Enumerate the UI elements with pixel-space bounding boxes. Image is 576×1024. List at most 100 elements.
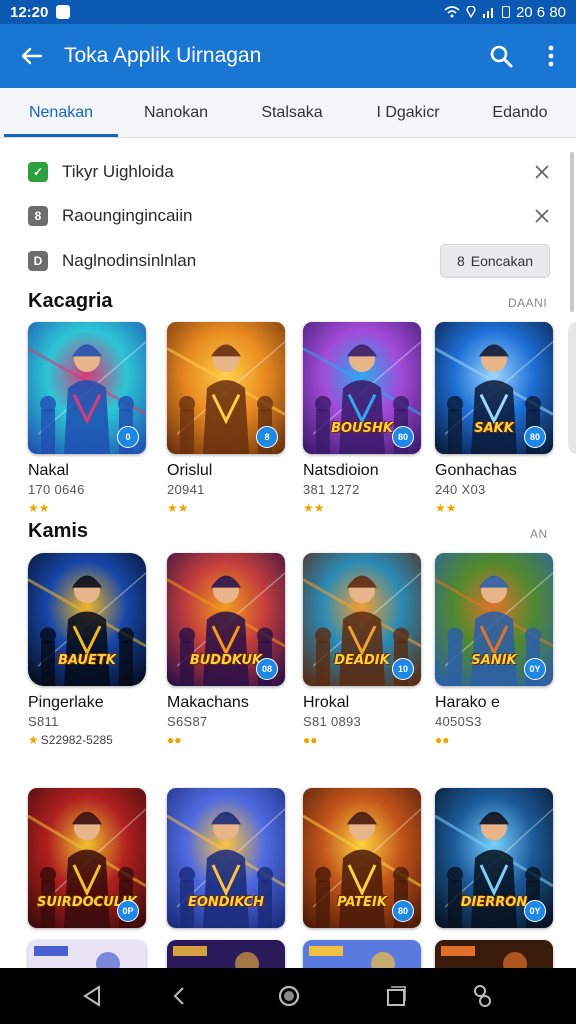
tab-nenakan[interactable]: Nenakan (4, 88, 118, 138)
game-card[interactable]: SANIK 0Y Harako e 4050S3 ●● (435, 553, 553, 747)
game-thumbnail[interactable]: BUDDKUK 08 (167, 553, 285, 686)
install-badge-icon[interactable]: 10 (392, 658, 414, 680)
home-icon[interactable] (273, 980, 305, 1012)
game-card[interactable]: DIERRON 0Y (435, 788, 553, 928)
arrow-left-icon (21, 47, 43, 65)
game-card[interactable]: 8 Orislul 20941 ★★ (167, 322, 285, 515)
device-icon: D (28, 251, 48, 271)
install-badge-icon[interactable]: 8 (256, 426, 278, 448)
game-card[interactable]: EONDIKCH (167, 788, 285, 928)
section-more-link[interactable]: AN (530, 527, 548, 541)
game-thumbnail[interactable]: SUIRDOCULIK 0P (28, 788, 146, 928)
game-title: Makachans (167, 694, 249, 711)
rating: ★★ (435, 501, 553, 515)
game-thumbnail[interactable] (167, 940, 285, 968)
rating: ★★ (303, 501, 421, 515)
game-card[interactable]: BOUSHK 80 Natsdioion 381 1272 ★★ (303, 322, 421, 515)
app-bar: Toka Applik Uirnagan (0, 24, 576, 88)
install-badge-icon[interactable]: 0Y (524, 900, 546, 922)
scrollbar[interactable] (570, 152, 574, 312)
game-title: Gonhachas (435, 462, 517, 479)
more-vert-icon (548, 45, 554, 67)
install-badge-icon[interactable]: 80 (524, 426, 546, 448)
install-badge-icon[interactable]: 0P (117, 900, 139, 922)
install-badge-icon[interactable]: 0 (117, 426, 139, 448)
game-card[interactable]: BAUETK Pingerlake S811 ★ S22982-5285 (28, 553, 146, 747)
game-thumbnail[interactable]: DEADIK 10 (303, 553, 421, 686)
tab-edando[interactable]: Edando (466, 88, 574, 138)
search-button[interactable] (476, 24, 526, 88)
game-card[interactable]: DEADIK 10 Hrokal S81 0893 ●● (303, 553, 421, 747)
install-badge-icon[interactable]: 0Y (524, 658, 546, 680)
recents-icon[interactable] (380, 980, 412, 1012)
status-right-text: 20 6 80 (515, 3, 566, 21)
back-button[interactable] (0, 24, 64, 88)
badge-icon: 8 (456, 253, 465, 269)
game-thumbnail[interactable]: EONDIKCH (167, 788, 285, 928)
game-thumbnail[interactable] (303, 940, 421, 968)
section-title: Kamis (28, 520, 89, 542)
game-thumbnail[interactable] (435, 940, 553, 968)
wifi-icon (444, 6, 460, 18)
game-thumbnail[interactable]: 0 (28, 322, 146, 454)
game-thumbnail[interactable]: SANIK 0Y (435, 553, 553, 686)
tab-dgakicr[interactable]: I Dgakicr (350, 88, 466, 138)
game-card[interactable]: SUIRDOCULIK 0P (28, 788, 146, 928)
assist-icon[interactable] (466, 980, 498, 1012)
status-time: 12:20 (10, 3, 49, 21)
notification-text: Naglnodinsinlnlan (62, 251, 197, 270)
close-icon[interactable] (530, 204, 554, 228)
game-stats: S81 0893 (303, 714, 362, 729)
status-icons: 20 6 80 (444, 4, 566, 21)
location-icon (466, 6, 476, 18)
game-title: Nakal (28, 462, 69, 479)
game-thumbnail[interactable]: 8 (167, 322, 285, 454)
game-thumbnail[interactable]: DIERRON 0Y (435, 788, 553, 928)
game-card[interactable]: PATEIK 80 (303, 788, 421, 928)
close-icon[interactable] (530, 160, 554, 184)
notification-row[interactable]: ✓ Tikyr Uighloida (0, 150, 566, 194)
star-icon: ★ (28, 733, 39, 747)
game-title: Orislul (167, 462, 213, 479)
notification-row[interactable]: 8 Raoungingincaiin (0, 194, 566, 238)
install-badge-icon[interactable]: 08 (256, 658, 278, 680)
section-more-link[interactable]: DAANI (508, 296, 547, 310)
game-thumbnail[interactable]: SAKK 80 (435, 322, 553, 454)
rating: ★★ (167, 501, 285, 515)
tab-bar: Nenakan Nanokan Stalsaka I Dgakicr Edand… (0, 88, 576, 138)
star-icon: ★★ (435, 501, 457, 515)
game-thumbnail[interactable] (28, 940, 146, 968)
game-thumbnail[interactable]: PATEIK 80 (303, 788, 421, 928)
game-card[interactable]: BUDDKUK 08 Makachans S6S87 ●● (167, 553, 285, 747)
back-icon[interactable] (76, 980, 108, 1012)
tab-indicator (4, 134, 118, 137)
check-icon: ✓ (28, 162, 48, 182)
game-stats: 4050S3 (435, 714, 482, 729)
install-badge-icon[interactable]: 80 (392, 900, 414, 922)
star-icon: ●● (303, 733, 318, 747)
game-logo-text: EONDIKCH (187, 895, 265, 910)
game-stats: 381 1272 (303, 482, 360, 497)
notification-action-button[interactable]: 8 Eoncakan (440, 244, 550, 278)
game-card[interactable]: SAKK 80 Gonhachas 240 X03 ★★ (435, 322, 553, 515)
game-stats: S6S87 (167, 714, 208, 729)
star-icon: ●● (435, 733, 450, 747)
install-badge-icon[interactable]: 80 (392, 426, 414, 448)
tab-nanokan[interactable]: Nanokan (118, 88, 234, 138)
star-icon: ★★ (28, 501, 50, 515)
game-card[interactable]: 0 Nakal 170 0646 ★★ (28, 322, 146, 515)
section-title: Kacagria (28, 290, 113, 312)
game-title: Pingerlake (28, 694, 104, 711)
game-title: Harako e (435, 694, 500, 711)
card-peek[interactable] (568, 322, 576, 454)
game-thumbnail[interactable]: BAUETK (28, 553, 146, 686)
more-options-button[interactable] (526, 24, 576, 88)
notification-action-label: Eoncakan (470, 253, 534, 269)
game-stats: S811 (28, 714, 59, 729)
signal-icon (482, 8, 493, 18)
game-stats: 240 X03 (435, 482, 486, 497)
game-title: Hrokal (303, 694, 350, 711)
game-thumbnail[interactable]: BOUSHK 80 (303, 322, 421, 454)
squiggle-icon[interactable] (164, 980, 196, 1012)
tab-stalsaka[interactable]: Stalsaka (234, 88, 350, 138)
